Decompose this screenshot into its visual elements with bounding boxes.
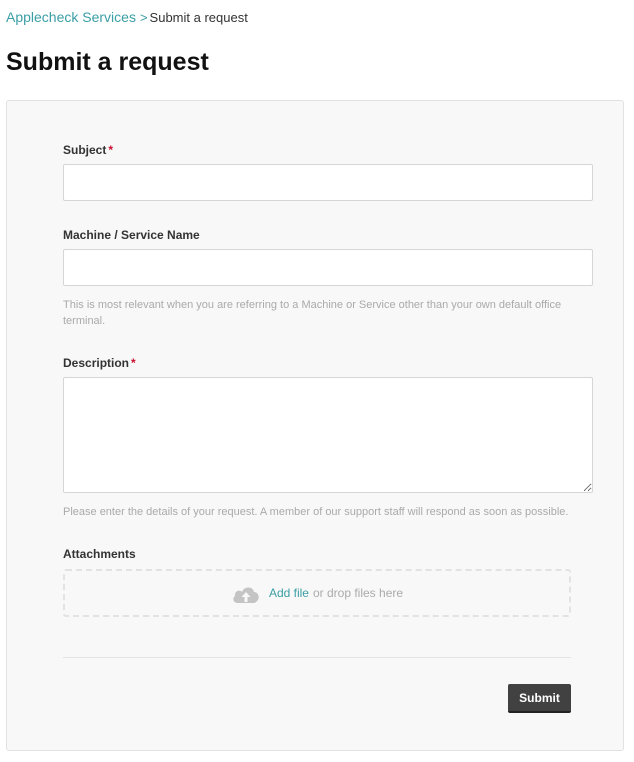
- request-form: Subject * Machine / Service Name This is …: [6, 100, 624, 751]
- submit-button[interactable]: Submit: [508, 684, 571, 713]
- machine-service-label: Machine / Service Name: [63, 227, 200, 243]
- description-required-mark: *: [131, 356, 136, 370]
- machine-service-hint: This is most relevant when you are refer…: [63, 299, 562, 327]
- subject-label-text: Subject: [63, 143, 107, 157]
- attachments-label-text: Attachments: [63, 547, 136, 561]
- add-file-link[interactable]: Add file: [269, 586, 309, 600]
- subject-input[interactable]: [63, 164, 593, 201]
- form-divider: [63, 657, 571, 658]
- machine-service-label-text: Machine / Service Name: [63, 228, 200, 242]
- subject-label: Subject *: [63, 142, 113, 158]
- breadcrumb: Applecheck Services > Submit a request: [6, 8, 248, 27]
- breadcrumb-link-applecheck-services[interactable]: Applecheck Services: [6, 9, 136, 25]
- subject-required-mark: *: [108, 143, 114, 157]
- description-hint: Please enter the details of your request…: [63, 506, 569, 518]
- description-label: Description *: [63, 355, 136, 371]
- description-label-text: Description: [63, 356, 130, 370]
- description-textarea[interactable]: [63, 377, 593, 493]
- breadcrumb-separator: >: [139, 10, 148, 25]
- breadcrumb-current: Submit a request: [149, 10, 248, 25]
- machine-service-input[interactable]: [63, 249, 593, 286]
- attachments-label: Attachments: [63, 546, 136, 562]
- page-title: Submit a request: [6, 48, 209, 76]
- attachments-dropzone[interactable]: Add file or drop files here: [63, 569, 571, 617]
- cloud-upload-icon: [233, 587, 259, 603]
- drop-files-text: or drop files here: [312, 586, 404, 600]
